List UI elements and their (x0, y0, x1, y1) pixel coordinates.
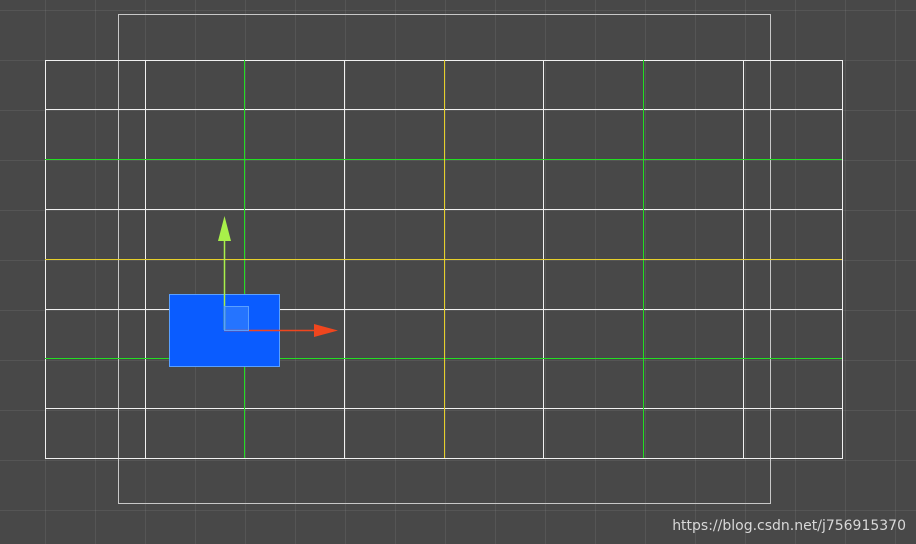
scene-viewport[interactable]: https://blog.csdn.net/j756915370 (0, 0, 916, 544)
move-plane-handle-icon[interactable] (224, 306, 249, 331)
grid-center-lines (45, 60, 842, 458)
move-y-arrow-icon[interactable] (218, 216, 231, 241)
move-x-arrow-icon[interactable] (314, 324, 338, 337)
watermark-text: https://blog.csdn.net/j756915370 (672, 518, 906, 534)
scene-canvas[interactable] (0, 0, 916, 544)
